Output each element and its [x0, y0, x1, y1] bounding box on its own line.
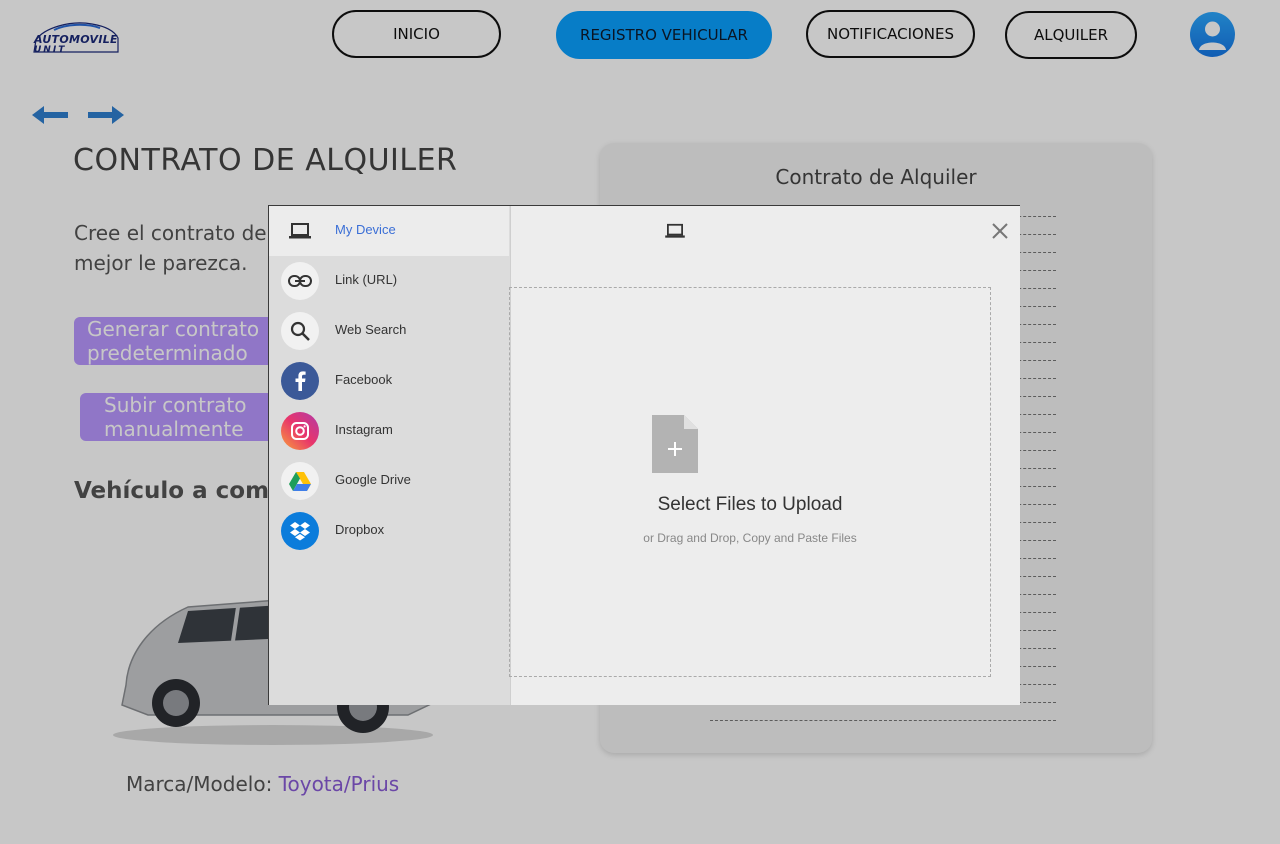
- laptop-icon: [281, 212, 319, 250]
- instagram-icon: [281, 412, 319, 450]
- laptop-icon: [665, 223, 685, 238]
- drop-zone-title[interactable]: Select Files to Upload: [510, 494, 990, 516]
- upload-source-sidebar: My Device Link (URL) Web Search Facebook: [269, 206, 511, 705]
- source-label: Web Search: [335, 322, 407, 337]
- link-icon: [281, 262, 319, 300]
- source-link-url[interactable]: Link (URL): [269, 256, 509, 306]
- file-drop-zone[interactable]: Select Files to Upload or Drag and Drop,…: [509, 287, 991, 677]
- source-label: Link (URL): [335, 272, 398, 287]
- source-label: Google Drive: [335, 472, 411, 487]
- search-icon: [281, 312, 319, 350]
- source-google-drive[interactable]: Google Drive: [269, 456, 509, 506]
- source-label: Instagram: [335, 422, 393, 437]
- upload-modal: My Device Link (URL) Web Search Facebook: [268, 205, 1020, 705]
- source-instagram[interactable]: Instagram: [269, 406, 509, 456]
- source-label: Dropbox: [335, 522, 385, 537]
- source-dropbox[interactable]: Dropbox: [269, 506, 509, 556]
- add-file-icon[interactable]: [652, 415, 698, 473]
- close-icon[interactable]: [989, 220, 1011, 242]
- drop-zone-subtitle: or Drag and Drop, Copy and Paste Files: [643, 531, 857, 545]
- source-label: Facebook: [335, 372, 393, 387]
- source-my-device[interactable]: My Device: [269, 206, 509, 256]
- source-facebook[interactable]: Facebook: [269, 356, 509, 406]
- dropbox-icon: [281, 512, 319, 550]
- facebook-icon: [281, 362, 319, 400]
- source-label: My Device: [335, 222, 396, 237]
- source-web-search[interactable]: Web Search: [269, 306, 509, 356]
- google-drive-icon: [281, 462, 319, 500]
